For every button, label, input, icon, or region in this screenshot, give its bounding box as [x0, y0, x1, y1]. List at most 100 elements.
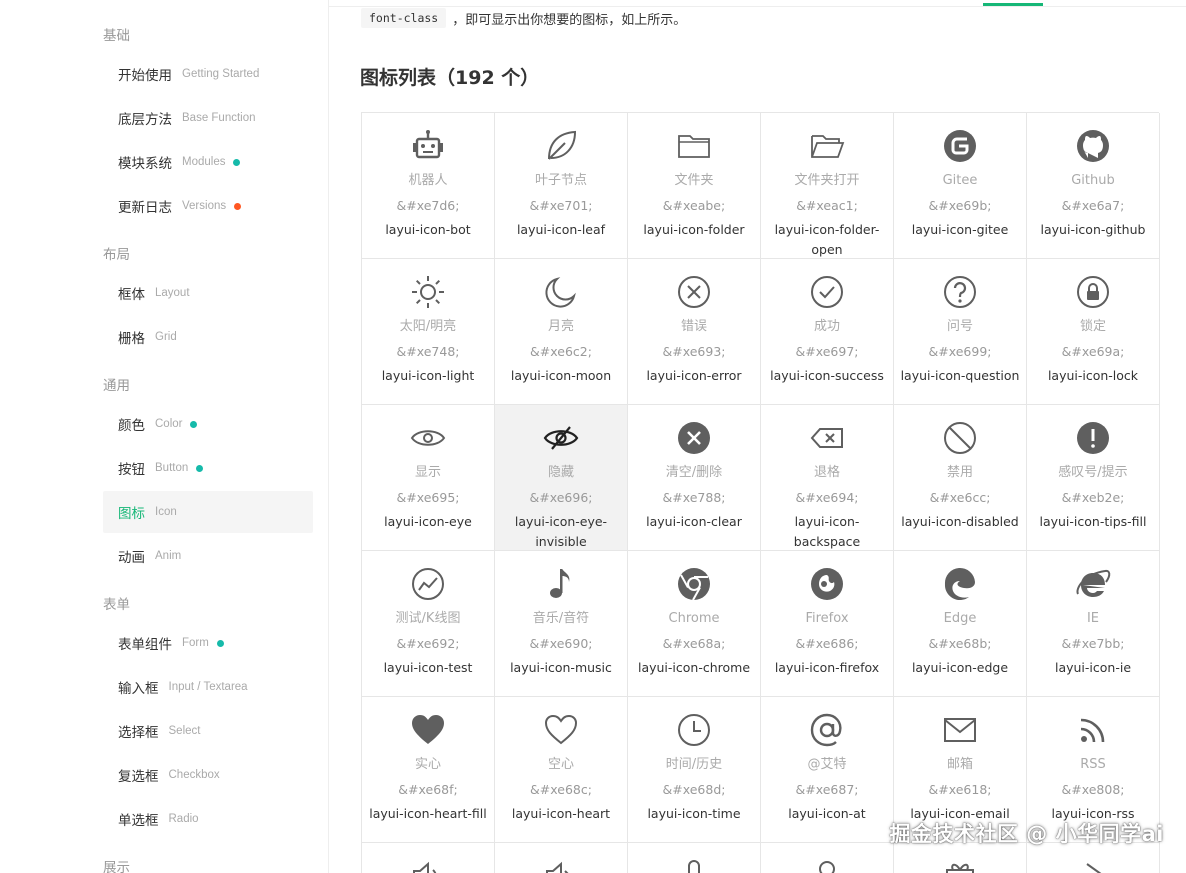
icon-unicode: &#xe692;: [396, 636, 460, 651]
sidebar-item-layout[interactable]: 框体 Layout: [103, 272, 313, 314]
icon-class: layui-icon-error: [646, 368, 742, 383]
icon-cell[interactable]: 感叹号/提示 &#xeb2e; layui-icon-tips-fill: [1027, 405, 1160, 551]
icon-unicode: &#xe7d6;: [396, 198, 460, 213]
speaker-mute-icon: [543, 858, 579, 873]
icon-cell[interactable]: 太阳/明亮 &#xe748; layui-icon-light: [362, 259, 495, 405]
sidebar-item-input[interactable]: 输入框 Input / Textarea: [103, 666, 313, 708]
icon-name: 问号: [946, 319, 973, 334]
icon-cell[interactable]: 叶子节点 &#xe701; layui-icon-leaf: [495, 113, 628, 259]
icon-cell[interactable]: Edge &#xe68b; layui-icon-edge: [894, 551, 1027, 697]
new-badge-dot: [233, 158, 241, 166]
github-icon: [1075, 128, 1111, 164]
icon-cell[interactable]: 退格 &#xe694; layui-icon-backspace: [761, 405, 894, 551]
sidebar-item-label: 选择框: [118, 725, 159, 741]
nav-group-basic: 基础: [103, 28, 130, 44]
tips-fill-icon: [1075, 420, 1111, 456]
icon-class: layui-icon-firefox: [774, 660, 880, 675]
icon-cell[interactable]: 文件夹 &#xeabe; layui-icon-folder: [628, 113, 761, 259]
icon-name: @艾特: [807, 757, 847, 772]
sidebar-item-select[interactable]: 选择框 Select: [103, 710, 313, 752]
icon-cell[interactable]: Chrome &#xe68a; layui-icon-chrome: [628, 551, 761, 697]
sidebar-item-sublabel: Input / Textarea: [168, 681, 248, 693]
font-class-code: font-class: [361, 8, 447, 28]
sidebar-item-icon[interactable]: 图标 Icon: [103, 491, 313, 533]
icon-cell[interactable]: 显示 &#xe695; layui-icon-eye: [362, 405, 495, 551]
edge-icon: [942, 566, 978, 602]
sidebar-item-grid[interactable]: 栅格 Grid: [103, 316, 313, 358]
icon-name: 音乐/音符: [532, 611, 590, 626]
icon-cell[interactable]: [362, 843, 495, 873]
sidebar-item-radio[interactable]: 单选框 Radio: [103, 798, 313, 840]
icon-class: layui-icon-edge: [911, 660, 1009, 675]
icon-cell[interactable]: 锁定 &#xe69a; layui-icon-lock: [1027, 259, 1160, 405]
icon-name: 太阳/明亮: [399, 319, 457, 334]
icon-class: layui-icon-music: [510, 660, 612, 675]
folder-icon: [676, 128, 712, 164]
icon-cell[interactable]: @艾特 &#xe687; layui-icon-at: [761, 697, 894, 843]
sidebar-item-sublabel: Versions: [182, 200, 227, 212]
icon-unicode: &#xe6cc;: [929, 490, 991, 505]
sidebar-item-getting-started[interactable]: 开始使用 Getting Started: [103, 53, 313, 95]
moon-icon: [543, 274, 579, 310]
icon-cell[interactable]: [495, 843, 628, 873]
icon-name: RSS: [1080, 757, 1106, 772]
success-icon: [809, 274, 845, 310]
icon-cell[interactable]: 音乐/音符 &#xe690; layui-icon-music: [495, 551, 628, 697]
icon-cell[interactable]: 测试/K线图 &#xe692; layui-icon-test: [362, 551, 495, 697]
icon-cell[interactable]: Firefox &#xe686; layui-icon-firefox: [761, 551, 894, 697]
icon-class: layui-icon-light: [381, 368, 475, 383]
sidebar-item-versions[interactable]: 更新日志 Versions: [103, 185, 313, 227]
icon-cell[interactable]: [761, 843, 894, 873]
backspace-icon: [809, 420, 845, 456]
icon-cell[interactable]: [628, 843, 761, 873]
sidebar-item-button[interactable]: 按钮 Button: [103, 447, 313, 489]
sidebar-item-modules[interactable]: 模块系统 Modules: [103, 141, 313, 183]
icon-name: 测试/K线图: [395, 611, 461, 626]
icon-cell[interactable]: 问号 &#xe699; layui-icon-question: [894, 259, 1027, 405]
icon-class: layui-icon-disabled: [901, 514, 1019, 529]
intro-text: font-class ，即可显示出你想要的图标，如上所示。: [361, 8, 686, 28]
icon-cell[interactable]: 清空/删除 &#xe788; layui-icon-clear: [628, 405, 761, 551]
sidebar-item-color[interactable]: 颜色 Color: [103, 403, 313, 445]
icon-name: 退格: [813, 465, 840, 480]
icon-cell[interactable]: 时间/历史 &#xe68d; layui-icon-time: [628, 697, 761, 843]
icon-cell[interactable]: Github &#xe6a7; layui-icon-github: [1027, 113, 1160, 259]
icon-unicode: &#xeb2e;: [1061, 490, 1125, 505]
heart-fill-icon: [410, 712, 446, 748]
icon-name: Gitee: [942, 173, 978, 188]
sidebar-item-sublabel: Color: [155, 418, 183, 430]
icon-cell[interactable]: 隐藏 &#xe696; layui-icon-eye-invisible: [495, 405, 628, 551]
icon-cell[interactable]: 空心 &#xe68c; layui-icon-heart: [495, 697, 628, 843]
icon-cell[interactable]: 错误 &#xe693; layui-icon-error: [628, 259, 761, 405]
icon-cell[interactable]: Gitee &#xe69b; layui-icon-gitee: [894, 113, 1027, 259]
sidebar-item-anim[interactable]: 动画 Anim: [103, 535, 313, 577]
sidebar-item-sublabel: Button: [155, 462, 189, 474]
icon-class: layui-icon-clear: [646, 514, 742, 529]
sidebar-item-form[interactable]: 表单组件 Form: [103, 622, 313, 664]
icon-unicode: &#xe694;: [795, 490, 859, 505]
sidebar-item-base-function[interactable]: 底层方法 Base Function: [103, 97, 313, 139]
icon-unicode: &#xe618;: [928, 782, 992, 797]
icon-cell[interactable]: IE &#xe7bb; layui-icon-ie: [1027, 551, 1160, 697]
icon-cell[interactable]: 文件夹打开 &#xeac1; layui-icon-folder-open: [761, 113, 894, 259]
icon-unicode: &#xe748;: [396, 344, 460, 359]
icon-cell[interactable]: 机器人 &#xe7d6; layui-icon-bot: [362, 113, 495, 259]
icon-name: 时间/历史: [665, 757, 723, 772]
icon-cell[interactable]: 禁用 &#xe6cc; layui-icon-disabled: [894, 405, 1027, 551]
sidebar-item-checkbox[interactable]: 复选框 Checkbox: [103, 754, 313, 796]
firefox-icon: [809, 566, 845, 602]
icon-cell[interactable]: 实心 &#xe68f; layui-icon-heart-fill: [362, 697, 495, 843]
icon-unicode: &#xeabe;: [662, 198, 726, 213]
time-icon: [676, 712, 712, 748]
icon-class: layui-icon-test: [383, 660, 473, 675]
icon-cell[interactable]: 成功 &#xe697; layui-icon-success: [761, 259, 894, 405]
sidebar-item-label: 栅格: [118, 331, 145, 347]
top-divider: [329, 6, 1186, 7]
icon-cell[interactable]: 月亮 &#xe6c2; layui-icon-moon: [495, 259, 628, 405]
icon-name: 邮箱: [946, 757, 973, 772]
icon-unicode: &#xe788;: [662, 490, 726, 505]
leaf-icon: [543, 128, 579, 164]
page-title: 图标列表（192 个）: [360, 67, 540, 89]
chrome-icon: [676, 566, 712, 602]
icon-class: layui-icon-heart: [511, 806, 611, 821]
